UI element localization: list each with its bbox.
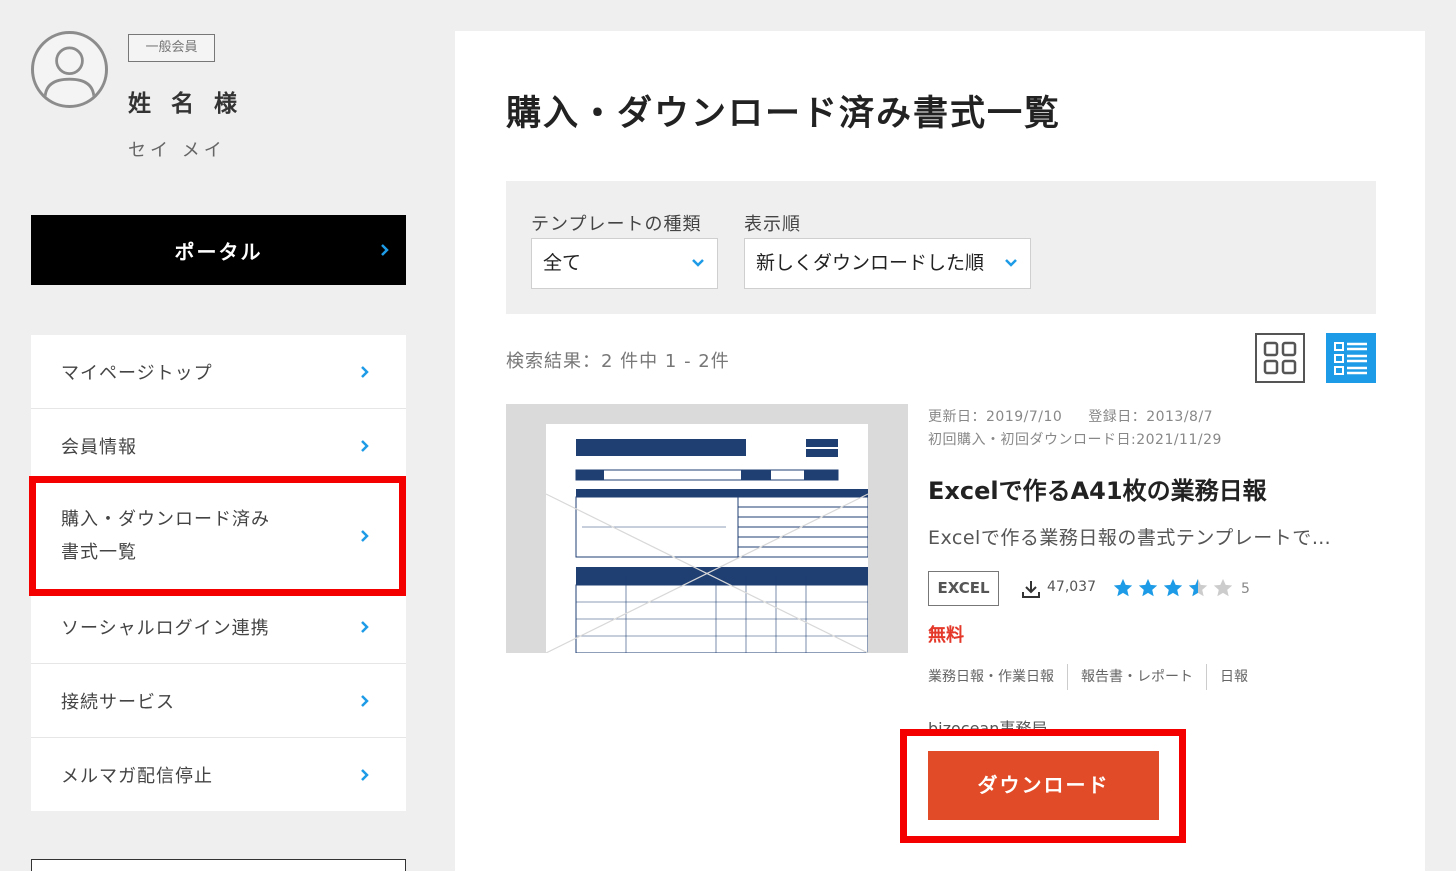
chevron-right-icon bbox=[361, 439, 369, 452]
download-button[interactable]: ダウンロード bbox=[928, 751, 1159, 820]
avatar bbox=[31, 31, 108, 108]
user-name: 姓 名 様 bbox=[128, 91, 244, 117]
price-label: 無料 bbox=[928, 625, 964, 646]
star-full-icon bbox=[1138, 578, 1158, 597]
tag-link[interactable]: 業務日報・作業日報 bbox=[928, 664, 1067, 690]
template-type-value: 全て bbox=[543, 252, 582, 274]
star-full-icon bbox=[1113, 578, 1133, 597]
star-empty-icon bbox=[1213, 578, 1233, 597]
chevron-right-icon bbox=[361, 768, 369, 781]
template-preview-image bbox=[545, 424, 869, 653]
portal-label: ポータル bbox=[174, 239, 263, 264]
rating-count: 5 bbox=[1241, 581, 1250, 597]
chevron-right-icon bbox=[361, 694, 369, 707]
page-title: 購入・ダウンロード済み書式一覧 bbox=[506, 94, 1062, 134]
template-description: Excelで作る業務日報の書式テンプレートで… bbox=[928, 527, 1332, 549]
item-dates: 更新日：2019/7/10 登録日：2013/8/7 bbox=[928, 406, 1213, 426]
sidebar-item-purchased-templates[interactable]: 購入・ダウンロード済み 書式一覧 bbox=[31, 483, 406, 590]
format-badge: EXCEL bbox=[928, 571, 999, 606]
sidebar-item-label: 接続サービス bbox=[61, 691, 175, 713]
star-full-icon bbox=[1163, 578, 1183, 597]
tag-list: 業務日報・作業日報 報告書・レポート 日報 bbox=[928, 664, 1261, 690]
chevron-down-icon bbox=[1005, 259, 1017, 267]
star-half-icon bbox=[1188, 578, 1208, 597]
sidebar-item-label: マイページトップ bbox=[61, 362, 213, 384]
chevron-down-icon bbox=[692, 259, 704, 267]
daily-report-preview bbox=[545, 439, 869, 653]
user-icon bbox=[43, 46, 96, 99]
tag-link[interactable]: 報告書・レポート bbox=[1067, 664, 1206, 690]
chevron-right-icon bbox=[361, 620, 369, 633]
sort-order-select[interactable]: 新しくダウンロードした順 bbox=[744, 238, 1031, 289]
download-count: 47,037 bbox=[1047, 579, 1096, 595]
result-count: 検索結果：2 件中 1 - 2件 bbox=[506, 351, 730, 372]
chevron-right-icon bbox=[361, 530, 369, 542]
template-type-label: テンプレートの種類 bbox=[531, 214, 702, 235]
chevron-right-icon bbox=[381, 244, 389, 256]
template-type-select[interactable]: 全て bbox=[531, 238, 718, 289]
download-count-icon bbox=[1022, 581, 1040, 598]
filter-panel: テンプレートの種類 全て 表示順 新しくダウンロードした順 bbox=[506, 181, 1376, 314]
registered-date: 登録日：2013/8/7 bbox=[1088, 409, 1214, 425]
template-thumbnail[interactable] bbox=[506, 404, 908, 653]
sidebar-item-label: メルマガ配信停止 bbox=[61, 765, 213, 787]
sidebar-bottom-box[interactable] bbox=[31, 859, 406, 871]
sidebar-item-label: ソーシャルログイン連携 bbox=[61, 617, 270, 639]
sidebar-item-social-login[interactable]: ソーシャルログイン連携 bbox=[31, 590, 406, 664]
sidebar-item-connected-services[interactable]: 接続サービス bbox=[31, 664, 406, 738]
updated-date: 更新日：2019/7/10 bbox=[928, 409, 1063, 425]
author-name: bizocean事務局 bbox=[928, 719, 1048, 738]
list-view-button[interactable] bbox=[1326, 333, 1376, 383]
chevron-right-icon bbox=[361, 365, 369, 378]
sidebar-item-newsletter-stop[interactable]: メルマガ配信停止 bbox=[31, 738, 406, 811]
main-content: 購入・ダウンロード済み書式一覧 テンプレートの種類 全て 表示順 新しくダウンロ… bbox=[455, 31, 1425, 871]
sidebar-item-mypage-top[interactable]: マイページトップ bbox=[31, 335, 406, 409]
sidebar-item-member-info[interactable]: 会員情報 bbox=[31, 409, 406, 483]
grid-view-button[interactable] bbox=[1255, 333, 1305, 383]
rating-stars bbox=[1112, 577, 1234, 599]
sidebar-item-label: 会員情報 bbox=[61, 436, 137, 458]
sort-order-value: 新しくダウンロードした順 bbox=[756, 252, 985, 274]
template-title[interactable]: Excelで作るA41枚の業務日報 bbox=[928, 471, 1267, 506]
member-badge: 一般会員 bbox=[128, 34, 215, 62]
sort-order-label: 表示順 bbox=[744, 214, 801, 235]
sidebar-item-label: 購入・ダウンロード済み 書式一覧 bbox=[61, 509, 270, 563]
first-download-date: 初回購入・初回ダウンロード日:2021/11/29 bbox=[928, 432, 1222, 448]
tag-link[interactable]: 日報 bbox=[1206, 664, 1261, 690]
user-kana: セイ メイ bbox=[128, 140, 226, 161]
portal-button[interactable]: ポータル bbox=[31, 215, 406, 285]
list-icon bbox=[1334, 342, 1367, 375]
grid-icon bbox=[1263, 341, 1297, 375]
sidebar-menu: マイページトップ 会員情報 購入・ダウンロード済み 書式一覧 ソーシャルログイン… bbox=[31, 335, 406, 811]
